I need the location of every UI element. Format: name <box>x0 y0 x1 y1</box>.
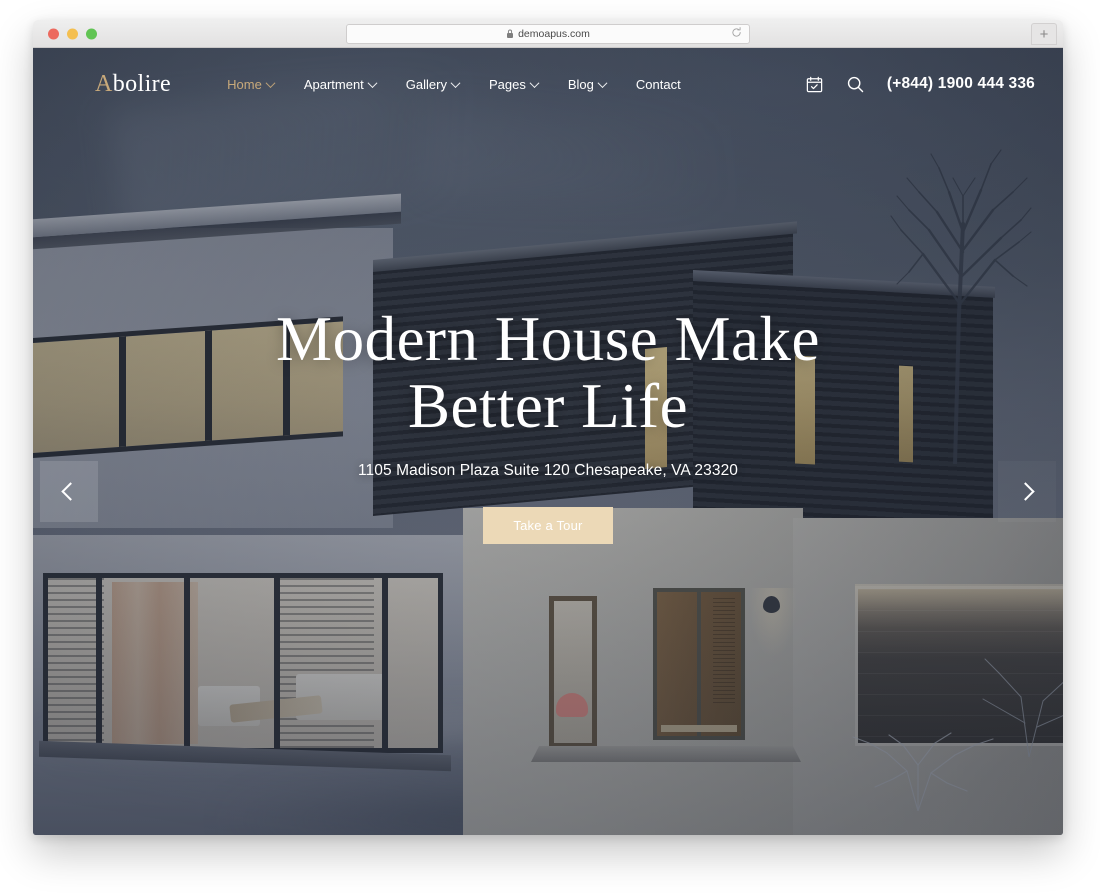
nav-item-label: Contact <box>635 76 681 92</box>
site-logo[interactable]: Abolire <box>95 71 171 98</box>
take-a-tour-button[interactable]: Take a Tour <box>483 506 613 544</box>
front-door <box>653 588 745 740</box>
slider-next-button[interactable] <box>998 461 1056 522</box>
minimize-window-button[interactable] <box>67 28 78 39</box>
reload-icon[interactable] <box>731 27 742 41</box>
chevron-down-icon <box>367 77 378 88</box>
hero-title: Modern House Make Better Life <box>33 306 1063 440</box>
header-phone-number[interactable]: (+844) 1900 444 336 <box>887 75 1035 93</box>
slider-prev-button[interactable] <box>40 461 98 522</box>
address-bar[interactable]: demoapus.com <box>346 24 750 44</box>
nav-item-gallery[interactable]: Gallery <box>405 76 461 92</box>
hero-subtitle: 1105 Madison Plaza Suite 120 Chesapeake,… <box>357 461 739 479</box>
chevron-down-icon <box>597 77 608 88</box>
calendar-check-icon[interactable] <box>805 75 824 94</box>
nav-item-label: Blog <box>567 76 594 92</box>
site-header: Abolire Home Apartment Gallery Pages Blo… <box>33 48 1063 120</box>
close-window-button[interactable] <box>48 28 59 39</box>
hero-title-line-1: Modern House Make <box>276 304 820 374</box>
nav-item-home[interactable]: Home <box>227 76 276 92</box>
snow-bush-icon-secondary <box>982 658 1063 757</box>
wall-sconce-icon <box>763 596 780 613</box>
hero-title-line-2: Better Life <box>407 370 689 441</box>
search-icon[interactable] <box>846 75 865 94</box>
browser-window: demoapus.com + Abolire Home Apartment Ga… <box>33 20 1063 835</box>
interior-pink-chair <box>556 693 588 717</box>
nav-item-label: Pages <box>488 76 526 92</box>
chevron-right-icon <box>1016 482 1035 501</box>
nav-item-contact[interactable]: Contact <box>636 77 681 92</box>
header-actions: (+844) 1900 444 336 <box>805 75 1035 94</box>
browser-chrome-bar: demoapus.com + <box>33 20 1063 48</box>
chevron-down-icon <box>529 77 540 88</box>
living-room-glass-facade <box>43 573 443 753</box>
address-bar-url: demoapus.com <box>518 28 590 40</box>
maximize-window-button[interactable] <box>86 28 97 39</box>
chevron-left-icon <box>61 482 80 501</box>
nav-item-blog[interactable]: Blog <box>567 76 608 92</box>
nav-item-apartment[interactable]: Apartment <box>303 76 378 92</box>
site-logo-text: bolire <box>112 70 172 97</box>
chevron-down-icon <box>265 77 276 88</box>
chevron-down-icon <box>450 77 461 88</box>
main-navigation: Home Apartment Gallery Pages Blog Contac… <box>227 77 681 92</box>
nav-item-pages[interactable]: Pages <box>488 76 540 92</box>
site-logo-initial: A <box>95 70 113 97</box>
lock-icon <box>506 29 514 39</box>
nav-item-label: Gallery <box>405 76 447 92</box>
new-tab-button[interactable]: + <box>1031 23 1057 45</box>
web-page: Abolire Home Apartment Gallery Pages Blo… <box>33 48 1063 835</box>
house-entry-wall <box>463 508 803 835</box>
entry-step <box>531 746 801 762</box>
hero-content: Modern House Make Better Life 1105 Madis… <box>33 306 1063 544</box>
nav-item-label: Home <box>227 76 262 92</box>
nav-item-label: Apartment <box>303 76 364 92</box>
window-controls <box>48 28 97 39</box>
entry-side-window <box>549 596 597 748</box>
